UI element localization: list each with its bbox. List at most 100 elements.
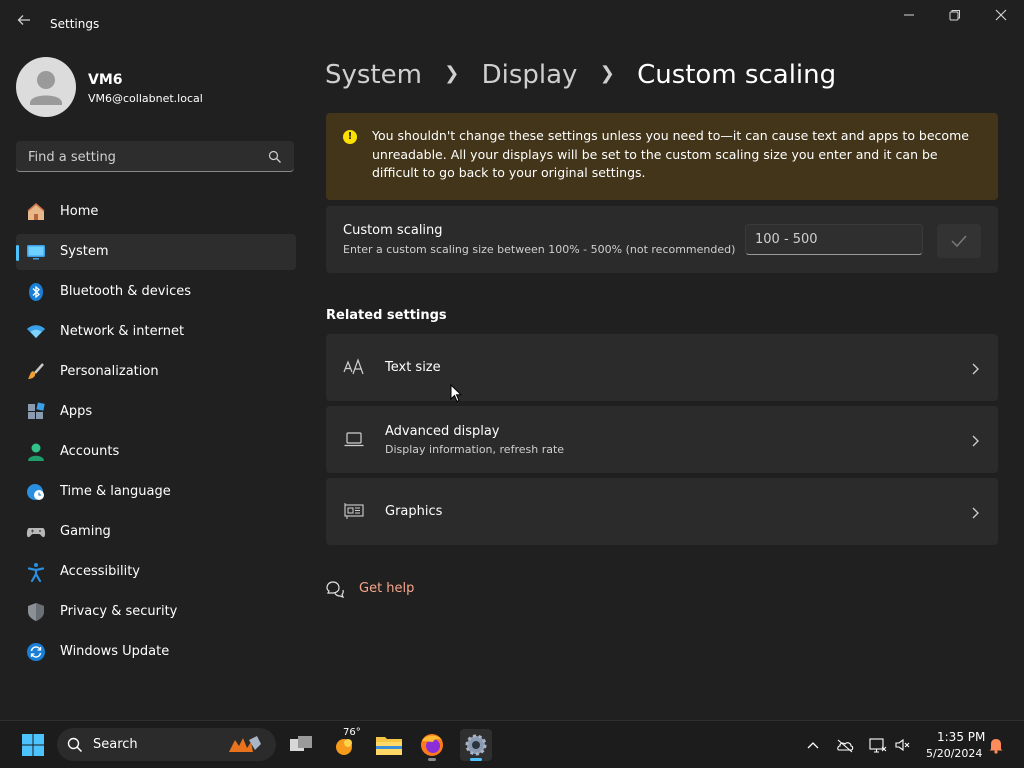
chevron-right-icon: [970, 433, 980, 447]
warning-icon: !: [343, 130, 357, 144]
running-indicator: [428, 758, 436, 761]
custom-scaling-title: Custom scaling: [343, 223, 443, 238]
taskbar-search-label: Search: [93, 737, 138, 752]
file-explorer-button[interactable]: [373, 729, 405, 761]
sidebar-item-label: Accounts: [60, 444, 120, 459]
profile-name: VM6: [88, 72, 123, 88]
sidebar-item-label: Gaming: [60, 524, 111, 539]
breadcrumb: System ❯ Display ❯ Custom scaling: [325, 58, 836, 95]
onedrive-icon[interactable]: [835, 735, 855, 755]
sidebar-item-bluetooth[interactable]: Bluetooth & devices: [16, 274, 296, 310]
wifi-icon: [26, 322, 46, 342]
notification-bell-icon[interactable]: [986, 735, 1006, 755]
shield-icon: [26, 602, 46, 622]
sidebar-item-system[interactable]: System: [16, 234, 296, 270]
chevron-right-icon: [970, 505, 980, 519]
title-bar: Settings: [0, 0, 1024, 48]
system-icon: [26, 242, 46, 262]
task-view-icon: [290, 736, 312, 751]
breadcrumb-display[interactable]: Display: [482, 60, 578, 90]
help-chat-icon: [325, 580, 345, 598]
find-setting-search: [16, 141, 294, 172]
text-size-icon: [343, 356, 365, 378]
running-indicator: [470, 758, 482, 761]
accounts-icon: [26, 442, 46, 462]
chevron-right-icon: [970, 361, 980, 375]
close-icon[interactable]: [987, 8, 1015, 26]
taskbar-search[interactable]: Search: [57, 728, 276, 761]
related-settings-heading: Related settings: [326, 308, 447, 323]
text-size-row[interactable]: Text size: [326, 334, 998, 401]
sidebar-item-gaming[interactable]: Gaming: [16, 514, 296, 550]
sidebar-item-accounts[interactable]: Accounts: [16, 434, 296, 470]
sidebar-item-accessibility[interactable]: Accessibility: [16, 554, 296, 590]
graphics-row[interactable]: Graphics: [326, 478, 998, 545]
sidebar-item-network[interactable]: Network & internet: [16, 314, 296, 350]
sidebar-item-personalization[interactable]: Personalization: [16, 354, 296, 390]
chevron-right-icon: ❯: [599, 63, 615, 84]
sidebar-nav: Home System Bluetooth & devices Network …: [16, 194, 296, 674]
advanced-display-label: Advanced display: [385, 424, 500, 439]
back-arrow-icon[interactable]: [14, 12, 34, 34]
sidebar-item-label: Bluetooth & devices: [60, 284, 191, 299]
folder-icon: [376, 737, 402, 755]
update-icon: [26, 642, 46, 662]
taskbar: Search 76° 1:35 PM 5/20/2024: [0, 720, 1024, 768]
sidebar-item-privacy[interactable]: Privacy & security: [16, 594, 296, 630]
advanced-display-row[interactable]: Advanced display Display information, re…: [326, 406, 998, 473]
sidebar-item-label: Accessibility: [60, 564, 140, 579]
windows-start-icon[interactable]: [21, 733, 45, 757]
search-icon[interactable]: [268, 149, 282, 163]
warning-text: You shouldn't change these settings unle…: [372, 128, 969, 180]
apply-button[interactable]: [937, 224, 981, 258]
chevron-right-icon: ❯: [444, 63, 460, 84]
custom-scaling-input[interactable]: [745, 224, 923, 255]
custom-scaling-card: Custom scaling Enter a custom scaling si…: [326, 206, 998, 273]
warning-banner: ! You shouldn't change these settings un…: [326, 113, 998, 200]
bluetooth-icon: [26, 282, 46, 302]
sidebar-item-time-language[interactable]: Time & language: [16, 474, 296, 510]
home-icon: [26, 202, 46, 222]
profile-email: VM6@collabnet.local: [88, 92, 203, 105]
advanced-display-subtitle: Display information, refresh rate: [385, 443, 565, 456]
clock-date[interactable]: 5/20/2024: [926, 747, 982, 760]
brush-icon: [26, 362, 46, 382]
task-view-button[interactable]: [285, 729, 317, 761]
sidebar-item-label: Apps: [60, 404, 93, 419]
firefox-button[interactable]: [416, 729, 448, 761]
search-icon: [67, 737, 83, 757]
search-highlight-icon: [227, 734, 267, 760]
volume-muted-icon[interactable]: [893, 735, 913, 755]
avatar[interactable]: [16, 57, 76, 117]
globe-clock-icon: [26, 482, 46, 502]
breadcrumb-system[interactable]: System: [325, 60, 422, 90]
sidebar-item-label: System: [60, 244, 109, 259]
firefox-icon: [421, 734, 443, 756]
sidebar-item-home[interactable]: Home: [16, 194, 296, 230]
chevron-up-icon[interactable]: [803, 735, 823, 755]
apps-icon: [26, 402, 46, 422]
sidebar-item-windows-update[interactable]: Windows Update: [16, 634, 296, 670]
network-icon[interactable]: [867, 735, 887, 755]
sidebar-item-label: Privacy & security: [60, 604, 178, 619]
get-help-link[interactable]: Get help: [359, 581, 414, 596]
laptop-icon: [343, 428, 365, 450]
mouse-cursor-icon: [450, 383, 463, 403]
sidebar-item-label: Personalization: [60, 364, 159, 379]
settings-taskbar-button[interactable]: [460, 729, 492, 761]
sidebar-item-label: Time & language: [60, 484, 171, 499]
app-title: Settings: [50, 17, 100, 31]
gear-icon: [465, 734, 487, 756]
sidebar-item-label: Network & internet: [60, 324, 185, 339]
search-input[interactable]: [26, 146, 265, 168]
page-title: Custom scaling: [637, 60, 837, 90]
clock-time[interactable]: 1:35 PM: [937, 730, 985, 744]
minimize-icon[interactable]: [895, 8, 923, 26]
sidebar-item-apps[interactable]: Apps: [16, 394, 296, 430]
graphics-card-icon: [343, 500, 365, 522]
sidebar-item-label: Windows Update: [60, 644, 170, 659]
gamepad-icon: [26, 522, 46, 542]
restore-icon[interactable]: [941, 8, 969, 26]
checkmark-icon: [951, 235, 967, 248]
text-size-label: Text size: [385, 360, 441, 375]
